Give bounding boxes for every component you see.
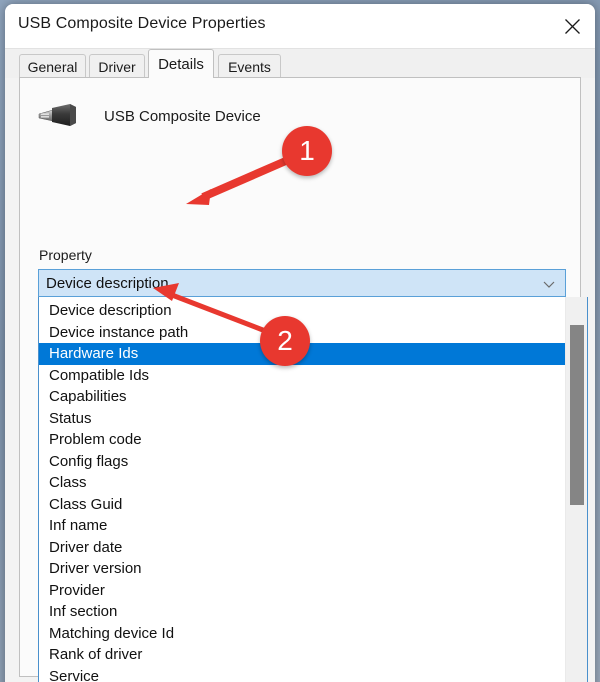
scrollbar-thumb[interactable] (570, 325, 584, 505)
dropdown-item[interactable]: Inf section (39, 601, 565, 623)
dropdown-item[interactable]: Inf name (39, 515, 565, 537)
tab-strip: General Driver Details Events (5, 48, 595, 78)
chevron-down-icon (542, 277, 556, 296)
tab-driver-label: Driver (98, 58, 136, 75)
close-button[interactable] (549, 4, 595, 48)
dropdown-item[interactable]: Rank of driver (39, 644, 565, 666)
dropdown-items: Device description Device instance path Ha… (39, 297, 565, 682)
tab-events-label: Events (228, 58, 271, 75)
tab-general[interactable]: General (19, 54, 86, 78)
tab-driver[interactable]: Driver (89, 54, 145, 78)
dropdown-item[interactable]: Capabilities (39, 386, 565, 408)
property-label: Property (39, 247, 92, 263)
tab-details-label: Details (158, 55, 204, 73)
tab-events[interactable]: Events (218, 54, 281, 78)
dropdown-item[interactable]: Status (39, 408, 565, 430)
close-icon (564, 18, 580, 34)
property-dropdown-list[interactable]: Device description Device instance path Ha… (38, 297, 588, 682)
properties-dialog: USB Composite Device Properties General … (5, 4, 595, 682)
title-bar: USB Composite Device Properties (5, 4, 595, 48)
tab-general-label: General (27, 58, 78, 75)
dropdown-item[interactable]: Driver version (39, 558, 565, 580)
details-tab-page: USB Composite Device Property Device des… (19, 77, 588, 682)
vertical-scrollbar[interactable] (565, 297, 587, 682)
dropdown-item[interactable]: Class (39, 472, 565, 494)
window-title: USB Composite Device Properties (18, 15, 266, 32)
dropdown-item[interactable]: Class Guid (39, 494, 565, 516)
dropdown-item[interactable]: Device instance path (39, 322, 565, 344)
dropdown-item[interactable]: Matching device Id (39, 623, 565, 645)
dropdown-item[interactable]: Problem code (39, 429, 565, 451)
dropdown-item[interactable]: Service (39, 666, 565, 682)
tab-details[interactable]: Details (148, 49, 214, 78)
dropdown-item[interactable]: Hardware Ids (39, 343, 565, 365)
dropdown-item[interactable]: Config flags (39, 451, 565, 473)
device-header: USB Composite Device (36, 99, 261, 133)
device-name: USB Composite Device (104, 107, 261, 125)
dropdown-item[interactable]: Compatible Ids (39, 365, 565, 387)
property-combobox-value: Device description (46, 274, 169, 292)
dropdown-item[interactable]: Driver date (39, 537, 565, 559)
dropdown-item[interactable]: Provider (39, 580, 565, 602)
usb-connector-icon (36, 101, 84, 131)
dropdown-item[interactable]: Device description (39, 300, 565, 322)
desktop-background: USB Composite Device Properties General … (0, 0, 600, 682)
property-combobox[interactable]: Device description (38, 269, 566, 297)
